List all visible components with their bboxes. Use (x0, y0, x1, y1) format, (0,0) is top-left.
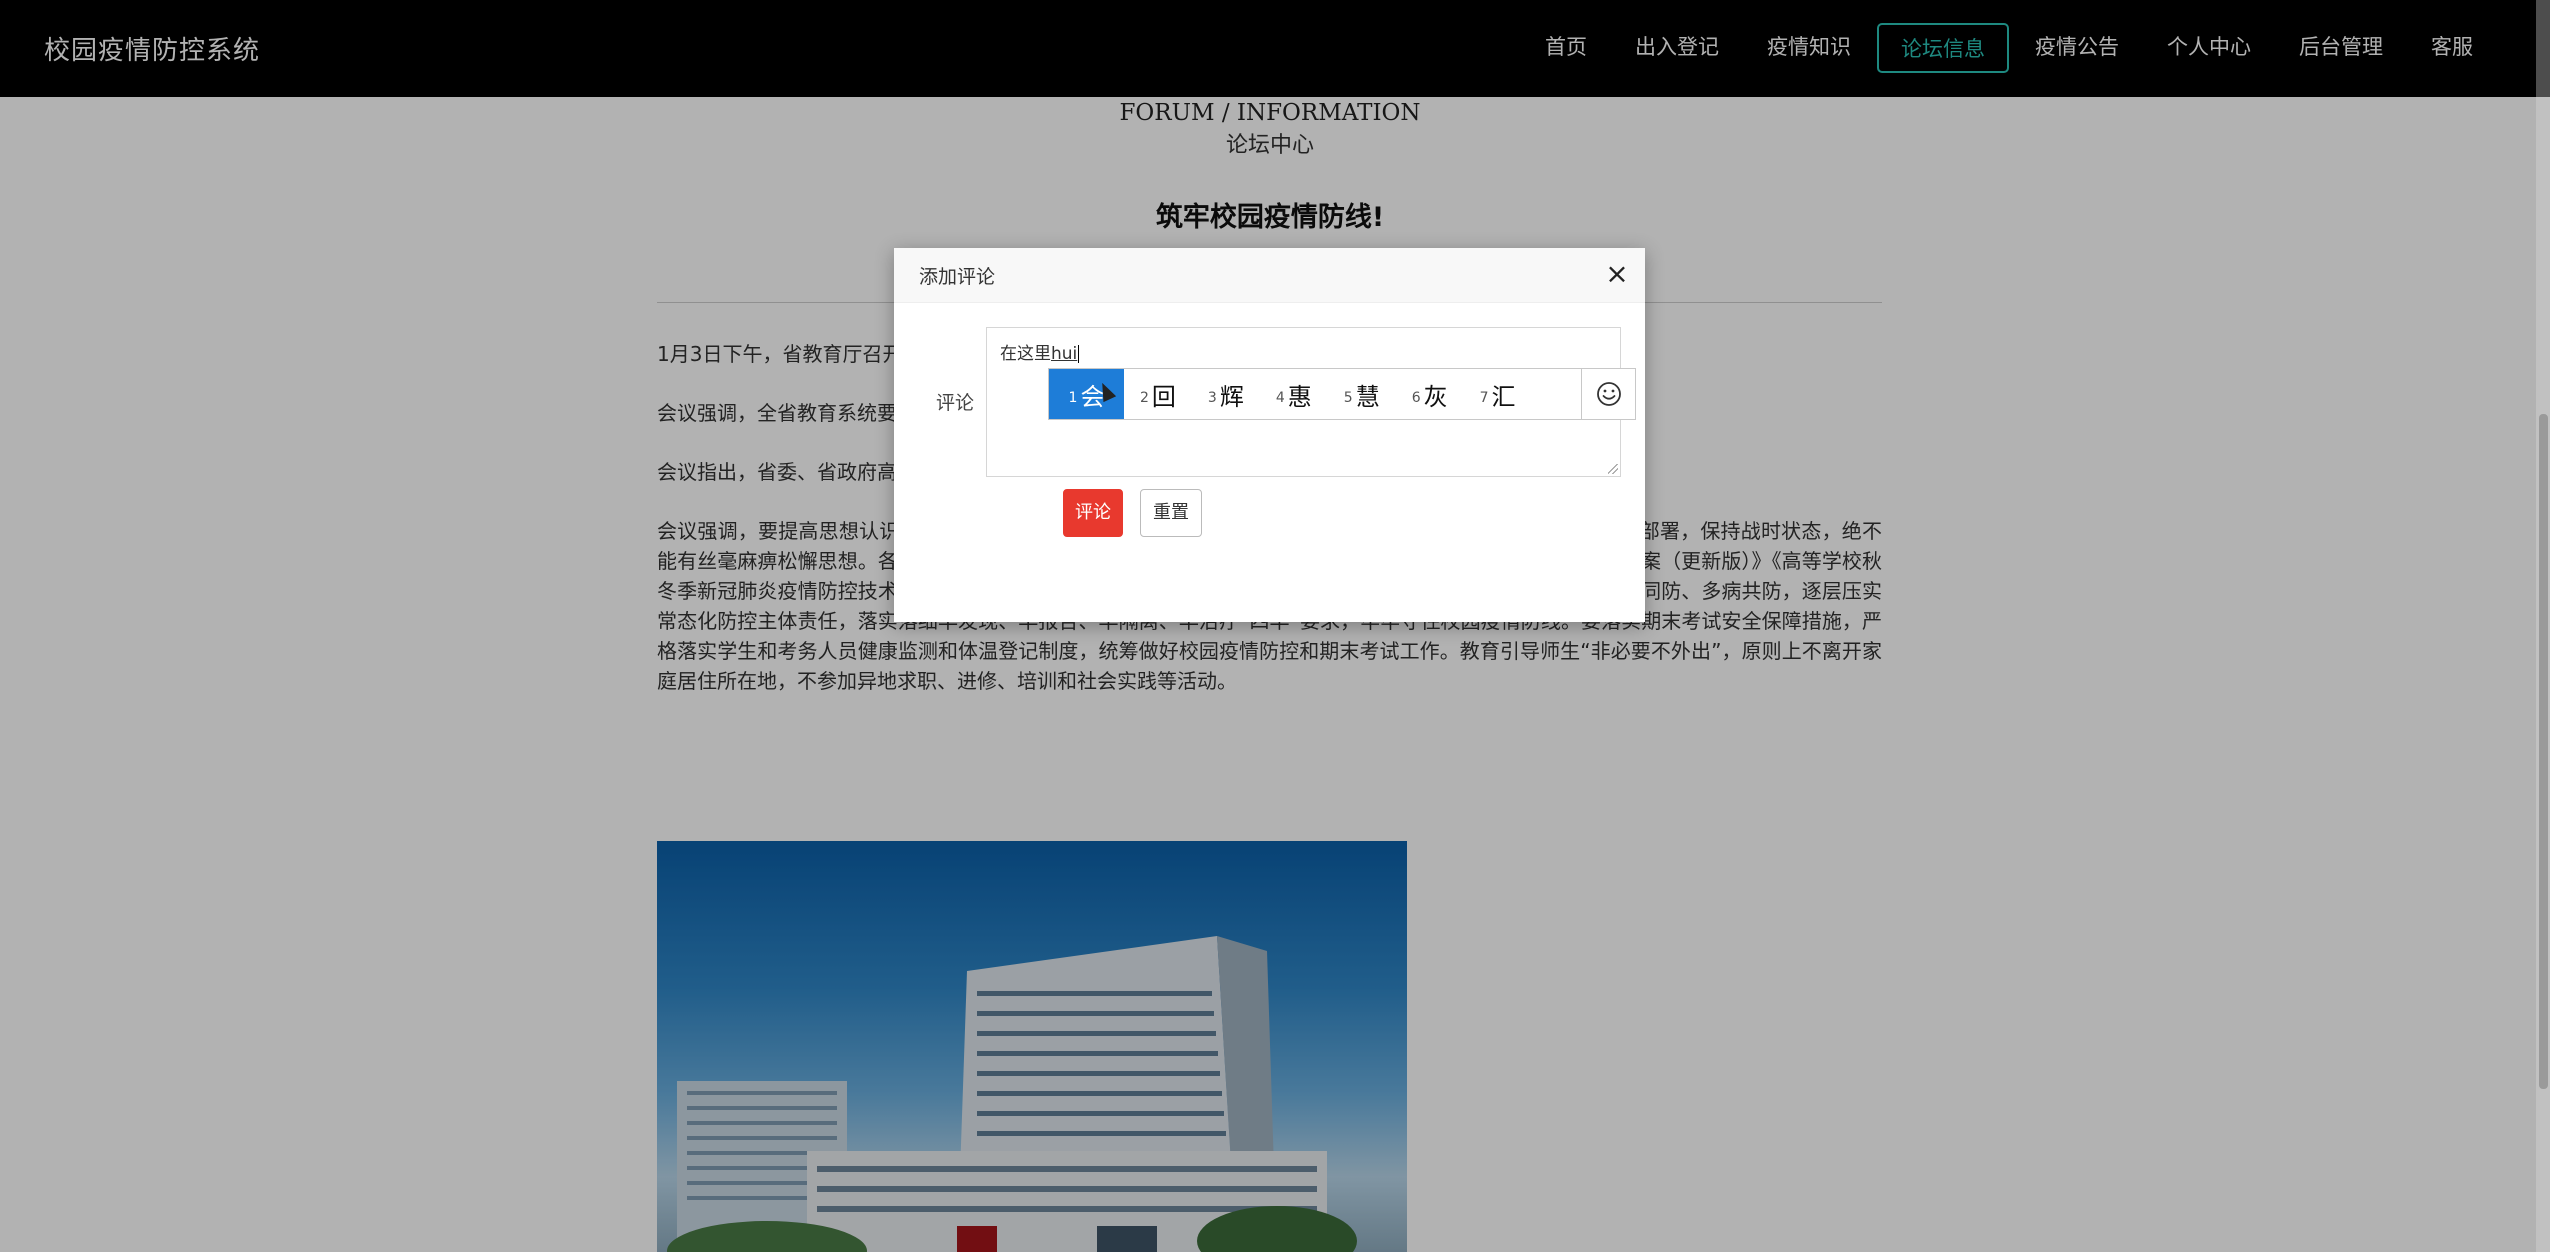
dialog-header: 添加评论 × (894, 248, 1645, 303)
candidate-number: 6 (1411, 390, 1421, 406)
candidate-number: 4 (1275, 390, 1285, 406)
candidate-number: 7 (1479, 390, 1489, 406)
text-caret (1078, 345, 1080, 363)
candidate-number: 2 (1140, 390, 1149, 406)
submit-comment-button[interactable]: 评论 (1063, 489, 1123, 537)
candidate-char: 灰 (1423, 382, 1448, 411)
candidate-char: 慧 (1355, 382, 1380, 411)
ime-candidate-2[interactable]: 2回 (1124, 369, 1192, 419)
comment-composing-text: hui (1051, 344, 1078, 364)
comment-input-text: 在这里hui (1000, 339, 1080, 364)
resize-handle-icon[interactable] (1608, 464, 1618, 474)
comment-label: 评论 (936, 392, 975, 414)
candidate-char: 惠 (1287, 382, 1312, 411)
candidate-char: 汇 (1491, 382, 1516, 411)
ime-candidate-6[interactable]: 6灰 (1396, 369, 1464, 419)
add-comment-dialog: 添加评论 × 评论 在这里hui 评论 重置 (894, 248, 1645, 622)
comment-committed-text: 在这里 (1000, 344, 1051, 364)
page-scrollbar-thumb[interactable] (2539, 414, 2548, 1089)
close-icon[interactable]: × (1603, 260, 1631, 288)
ime-candidate-1[interactable]: 1会 (1049, 369, 1124, 419)
ime-candidate-5[interactable]: 5慧 (1328, 369, 1396, 419)
ime-candidate-3[interactable]: 3辉 (1192, 369, 1260, 419)
modal-backdrop[interactable] (0, 0, 2550, 1252)
smiley-icon[interactable] (1581, 369, 1635, 419)
smiley-icon-glyph (1596, 382, 1621, 406)
reset-button[interactable]: 重置 (1140, 489, 1202, 537)
candidate-char: 辉 (1219, 382, 1244, 411)
candidate-number: 5 (1343, 390, 1353, 406)
dialog-title: 添加评论 (919, 266, 996, 288)
ime-candidate-7[interactable]: 7汇 (1464, 369, 1532, 419)
ime-candidate-bar: 1会 2回 3辉 4惠 5慧 6灰 7汇 (1048, 368, 1636, 420)
candidate-number: 1 (1068, 390, 1078, 406)
candidate-number: 3 (1207, 390, 1217, 406)
candidate-char: 回 (1151, 382, 1176, 411)
ime-spacer (1532, 369, 1581, 419)
ime-candidate-4[interactable]: 4惠 (1260, 369, 1328, 419)
